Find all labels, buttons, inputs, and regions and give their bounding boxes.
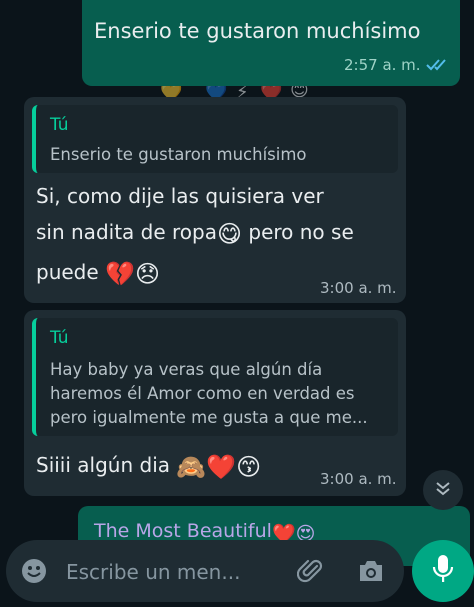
mic-icon xyxy=(432,554,454,588)
message-text: The Most Beautiful xyxy=(94,520,272,542)
message-line-1: Si, como dije las quisiera ver xyxy=(36,184,324,208)
attach-icon[interactable] xyxy=(296,556,326,586)
reply-quote[interactable]: Tú Hay baby ya veras que algún día harem… xyxy=(32,318,398,436)
outgoing-message[interactable]: Enserio te gustaron muchísimo 2:57 a. m. xyxy=(82,0,460,86)
kissing-face-emoji: 😙 xyxy=(236,453,262,481)
message-time: 3:00 a. m. xyxy=(320,470,397,488)
message-line-2-end: pero no se xyxy=(248,220,354,244)
reply-text: Enserio te gustaron muchísimo xyxy=(50,145,307,164)
double-chevron-down-icon xyxy=(435,480,451,500)
camera-icon[interactable] xyxy=(356,556,386,586)
reply-text-line: pero igualmente me gusta a que me... xyxy=(50,408,368,427)
yum-face-emoji: 😋 xyxy=(216,220,243,248)
reply-text-line: haremos él Amor como en verdad es xyxy=(50,384,355,403)
message-composer xyxy=(6,540,404,602)
voice-record-button[interactable] xyxy=(412,540,474,602)
red-heart-emoji: ❤️ xyxy=(206,453,237,481)
broken-heart-emoji: 💔 xyxy=(105,260,135,288)
reply-author: Tú xyxy=(50,115,69,135)
disappointed-face-emoji: 😞 xyxy=(134,260,160,288)
message-line-3: puede xyxy=(36,260,99,284)
message-text: Siiii algún dia xyxy=(36,453,171,477)
incoming-message[interactable]: Tú Enserio te gustaron muchísimo Si, com… xyxy=(24,97,406,303)
incoming-message[interactable]: Tú Hay baby ya veras que algún día harem… xyxy=(24,310,406,496)
message-time: 2:57 a. m. xyxy=(344,56,421,74)
message-line-2: sin nadita de ropa xyxy=(36,220,217,244)
see-no-evil-monkey-emoji: 🙈 xyxy=(176,453,207,481)
reply-text-line: Hay baby ya veras que algún día xyxy=(50,360,323,379)
emoji-icon[interactable] xyxy=(20,557,48,585)
message-line: puede 💔😞 xyxy=(36,259,160,287)
reply-quote[interactable]: Tú Enserio te gustaron muchísimo xyxy=(32,105,398,173)
reply-author: Tú xyxy=(50,328,69,348)
message-line: Siiii algún dia 🙈❤️😙 xyxy=(36,452,261,480)
message-input[interactable] xyxy=(64,557,288,587)
message-text: Enserio te gustaron muchísimo xyxy=(94,19,421,43)
message-line: sin nadita de ropa😋 pero no se xyxy=(36,219,354,247)
message-line: Si, como dije las quisiera ver xyxy=(36,183,324,209)
double-check-read-icon xyxy=(426,57,450,73)
scroll-to-bottom-button[interactable] xyxy=(423,470,463,510)
message-time: 3:00 a. m. xyxy=(320,279,397,297)
